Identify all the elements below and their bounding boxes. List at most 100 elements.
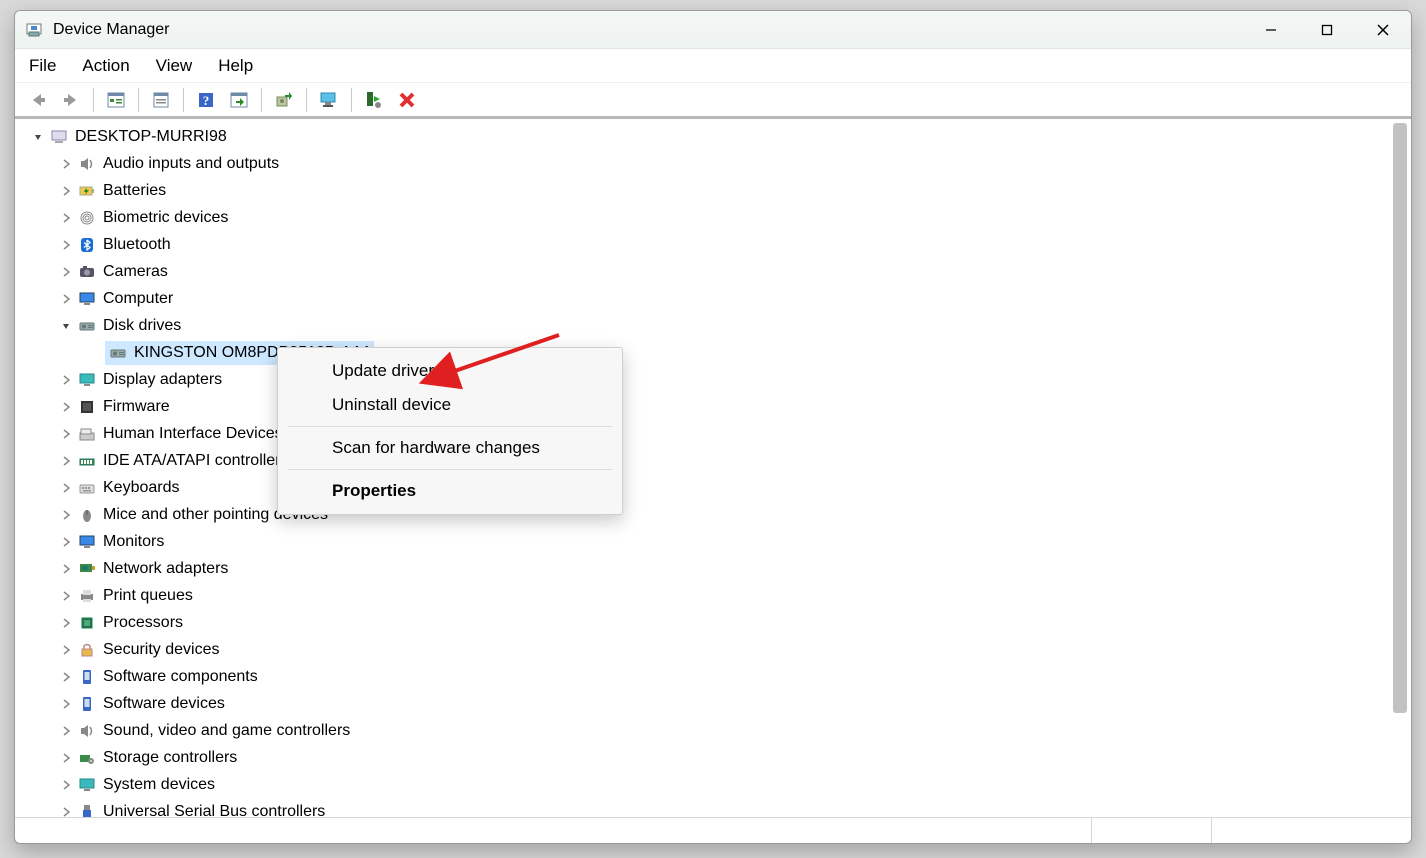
chevron-right-icon[interactable] <box>59 508 73 522</box>
tree-category-label: Audio inputs and outputs <box>103 156 279 172</box>
chevron-right-icon[interactable] <box>59 292 73 306</box>
tree-device[interactable]: KINGSTON OM8PDP3512B-AA1 <box>15 339 1411 366</box>
tree-category-label: Software components <box>103 669 258 685</box>
tree-category[interactable]: Software components <box>15 663 1411 690</box>
tree-category-label: Disk drives <box>103 318 181 334</box>
svg-text:?: ? <box>203 93 210 108</box>
chevron-right-icon[interactable] <box>59 211 73 225</box>
tree-category[interactable]: Storage controllers <box>15 744 1411 771</box>
toolbar: ? <box>15 83 1411 119</box>
scan-hardware-button[interactable] <box>224 87 254 113</box>
ctx-uninstall-device[interactable]: Uninstall device <box>278 388 622 422</box>
tree-category[interactable]: Keyboards <box>15 474 1411 501</box>
hid-icon <box>77 424 97 444</box>
tree-category-label: Universal Serial Bus controllers <box>103 804 325 818</box>
chevron-right-icon[interactable] <box>59 805 73 818</box>
tree-category[interactable]: Disk drives <box>15 312 1411 339</box>
bluetooth-icon <box>77 235 97 255</box>
tree-category[interactable]: Print queues <box>15 582 1411 609</box>
tree-category[interactable]: Computer <box>15 285 1411 312</box>
tree-category[interactable]: Processors <box>15 609 1411 636</box>
tree-category[interactable]: Firmware <box>15 393 1411 420</box>
chevron-right-icon[interactable] <box>59 157 73 171</box>
computer-icon <box>49 127 69 147</box>
properties-button[interactable] <box>146 87 176 113</box>
tree-category[interactable]: Sound, video and game controllers <box>15 717 1411 744</box>
tree-category[interactable]: System devices <box>15 771 1411 798</box>
chevron-right-icon[interactable] <box>59 751 73 765</box>
tree-category[interactable]: Cameras <box>15 258 1411 285</box>
tree-category[interactable]: Batteries <box>15 177 1411 204</box>
tree-category-label: Processors <box>103 615 183 631</box>
tree-category[interactable]: Mice and other pointing devices <box>15 501 1411 528</box>
menu-file[interactable]: File <box>29 56 56 76</box>
minimize-button[interactable] <box>1243 11 1299 49</box>
back-button[interactable] <box>23 87 53 113</box>
tree-category-label: IDE ATA/ATAPI controllers <box>103 453 289 469</box>
close-button[interactable] <box>1355 11 1411 49</box>
vertical-scrollbar[interactable] <box>1391 123 1409 813</box>
chevron-right-icon[interactable] <box>59 778 73 792</box>
chevron-right-icon[interactable] <box>59 238 73 252</box>
chevron-right-icon[interactable] <box>59 724 73 738</box>
tree-category[interactable]: Software devices <box>15 690 1411 717</box>
tree-category[interactable]: Monitors <box>15 528 1411 555</box>
chevron-right-icon[interactable] <box>59 265 73 279</box>
device-manager-icon <box>25 21 43 39</box>
tree-category-label: Keyboards <box>103 480 180 496</box>
uninstall-device-button[interactable] <box>392 87 422 113</box>
tree-category[interactable]: Bluetooth <box>15 231 1411 258</box>
chevron-right-icon[interactable] <box>59 643 73 657</box>
fingerprint-icon <box>77 208 97 228</box>
menu-help[interactable]: Help <box>218 56 253 76</box>
storage-ctrl-icon <box>77 748 97 768</box>
speaker-icon <box>77 154 97 174</box>
chevron-right-icon[interactable] <box>59 697 73 711</box>
title-bar: Device Manager <box>15 11 1411 49</box>
update-driver-button[interactable] <box>269 87 299 113</box>
tree-category-label: Monitors <box>103 534 164 550</box>
monitor-blue-icon <box>77 532 97 552</box>
tree-category[interactable]: Biometric devices <box>15 204 1411 231</box>
menu-view[interactable]: View <box>156 56 193 76</box>
show-hide-tree-button[interactable] <box>101 87 131 113</box>
chevron-down-icon[interactable] <box>31 130 45 144</box>
chevron-right-icon[interactable] <box>59 616 73 630</box>
tree-category[interactable]: Security devices <box>15 636 1411 663</box>
chevron-right-icon[interactable] <box>59 400 73 414</box>
chevron-right-icon[interactable] <box>59 589 73 603</box>
enable-device-button[interactable] <box>314 87 344 113</box>
forward-button[interactable] <box>56 87 86 113</box>
usb-icon <box>77 802 97 818</box>
tree-category-label: System devices <box>103 777 215 793</box>
menu-action[interactable]: Action <box>82 56 129 76</box>
chevron-down-icon[interactable] <box>59 319 73 333</box>
tree-root[interactable]: DESKTOP-MURRI98 <box>15 123 1411 150</box>
chevron-right-icon[interactable] <box>59 427 73 441</box>
device-tree[interactable]: DESKTOP-MURRI98 Audio inputs and outputs B… <box>15 119 1411 817</box>
disable-device-button[interactable] <box>359 87 389 113</box>
maximize-button[interactable] <box>1299 11 1355 49</box>
chevron-right-icon[interactable] <box>59 670 73 684</box>
tree-category[interactable]: Universal Serial Bus controllers <box>15 798 1411 817</box>
status-bar <box>15 817 1411 843</box>
chevron-right-icon[interactable] <box>59 562 73 576</box>
chevron-right-icon[interactable] <box>59 535 73 549</box>
help-button[interactable]: ? <box>191 87 221 113</box>
ctx-update-driver[interactable]: Update driver <box>278 354 622 388</box>
chevron-right-icon[interactable] <box>59 454 73 468</box>
tree-category[interactable]: Display adapters <box>15 366 1411 393</box>
chevron-right-icon[interactable] <box>59 373 73 387</box>
ctx-properties[interactable]: Properties <box>278 474 622 508</box>
speaker-icon <box>77 721 97 741</box>
mouse-icon <box>77 505 97 525</box>
tree-category[interactable]: Audio inputs and outputs <box>15 150 1411 177</box>
chevron-right-icon[interactable] <box>59 481 73 495</box>
tree-category[interactable]: Human Interface Devices <box>15 420 1411 447</box>
tree-category[interactable]: Network adapters <box>15 555 1411 582</box>
tree-category-label: Storage controllers <box>103 750 237 766</box>
chevron-right-icon[interactable] <box>59 184 73 198</box>
tree-category-label: Sound, video and game controllers <box>103 723 350 739</box>
tree-category[interactable]: IDE ATA/ATAPI controllers <box>15 447 1411 474</box>
ctx-scan-hardware[interactable]: Scan for hardware changes <box>278 431 622 465</box>
